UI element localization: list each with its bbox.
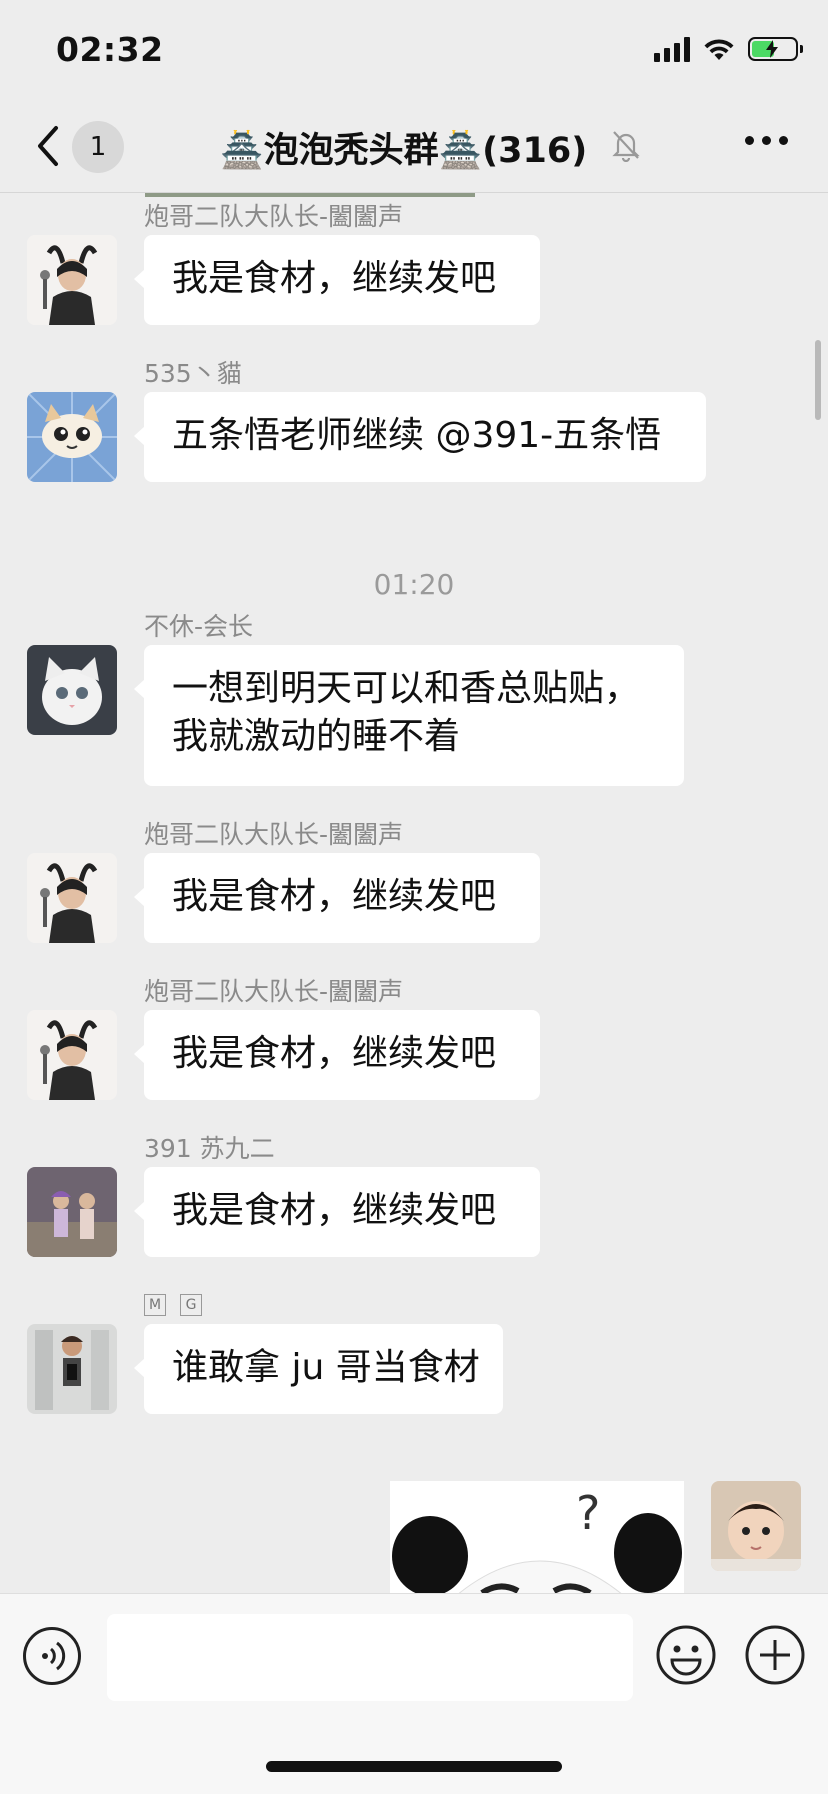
signal-icon — [654, 36, 690, 62]
more-button[interactable] — [745, 136, 788, 145]
voice-icon — [42, 1641, 66, 1671]
sender-name: MG — [144, 1286, 216, 1316]
message-bubble[interactable]: 五条悟老师继续 @391-五条悟 — [134, 392, 706, 482]
message-bubble[interactable]: 我是食材，继续发吧 — [134, 1010, 540, 1100]
message-bubble[interactable]: 我是食材，继续发吧 — [134, 235, 540, 325]
status-time: 02:32 — [56, 30, 164, 69]
svg-text:?: ? — [576, 1486, 600, 1540]
sender-name: 炮哥二队大队长-闔闔声 — [144, 820, 404, 849]
sender-name: 炮哥二队大队长-闔闔声 — [144, 202, 404, 231]
status-icons — [654, 36, 803, 62]
message-line: 一想到明天可以和香总贴贴， — [172, 668, 641, 709]
sender-name: 391 苏九二 — [144, 1134, 275, 1163]
timestamp-divider: 01:20 — [373, 568, 455, 601]
message-bubble[interactable]: 一想到明天可以和香总贴贴， 我就激动的睡不着 — [134, 645, 684, 786]
plus-icon[interactable] — [744, 1624, 806, 1686]
nav-bar: 1 🏯泡泡秃头群🏯(316) — [0, 100, 828, 193]
message-bubble[interactable]: 我是食材，继续发吧 — [134, 1167, 540, 1257]
voice-button[interactable] — [23, 1627, 81, 1685]
sender-name: 炮哥二队大队长-闔闔声 — [144, 977, 404, 1006]
message-bubble[interactable]: 谁敢拿 ju 哥当食材 — [134, 1324, 503, 1414]
home-indicator[interactable] — [266, 1761, 562, 1772]
status-bar: 02:32 — [0, 0, 828, 100]
avatar[interactable] — [27, 853, 117, 943]
avatar[interactable] — [27, 392, 117, 482]
emoji-icon[interactable] — [655, 1624, 717, 1686]
scrollbar[interactable] — [815, 340, 821, 420]
message-input[interactable] — [107, 1614, 633, 1701]
sticker-image[interactable]: ? — [390, 1481, 684, 1593]
chat-title: 🏯泡泡秃头群🏯(316) — [220, 131, 588, 171]
avatar[interactable] — [27, 645, 117, 735]
sender-tag: M — [144, 1294, 166, 1316]
bell-slash-icon — [612, 131, 640, 162]
wifi-icon — [704, 39, 734, 60]
avatar[interactable] — [27, 1167, 117, 1257]
avatar[interactable] — [27, 1324, 117, 1414]
avatar[interactable] — [711, 1481, 801, 1571]
message-bubble[interactable]: 我是食材，继续发吧 — [134, 853, 540, 943]
unread-badge[interactable]: 1 — [72, 121, 124, 173]
sender-name: 535丶貓 — [144, 359, 242, 388]
chat-area[interactable]: 炮哥二队大队长-闔闔声 我是食材，继续发吧 535丶貓 五条悟老师继续 @391… — [0, 193, 828, 1593]
avatar[interactable] — [27, 235, 117, 325]
input-bar — [0, 1593, 828, 1794]
message-line: 我就激动的睡不着 — [172, 716, 461, 757]
sender-name: 不休-会长 — [144, 612, 254, 641]
sender-tag: G — [180, 1294, 202, 1316]
avatar[interactable] — [27, 1010, 117, 1100]
battery-icon — [748, 37, 803, 61]
chevron-left-icon[interactable] — [30, 124, 70, 168]
ellipsis-icon — [745, 136, 754, 145]
